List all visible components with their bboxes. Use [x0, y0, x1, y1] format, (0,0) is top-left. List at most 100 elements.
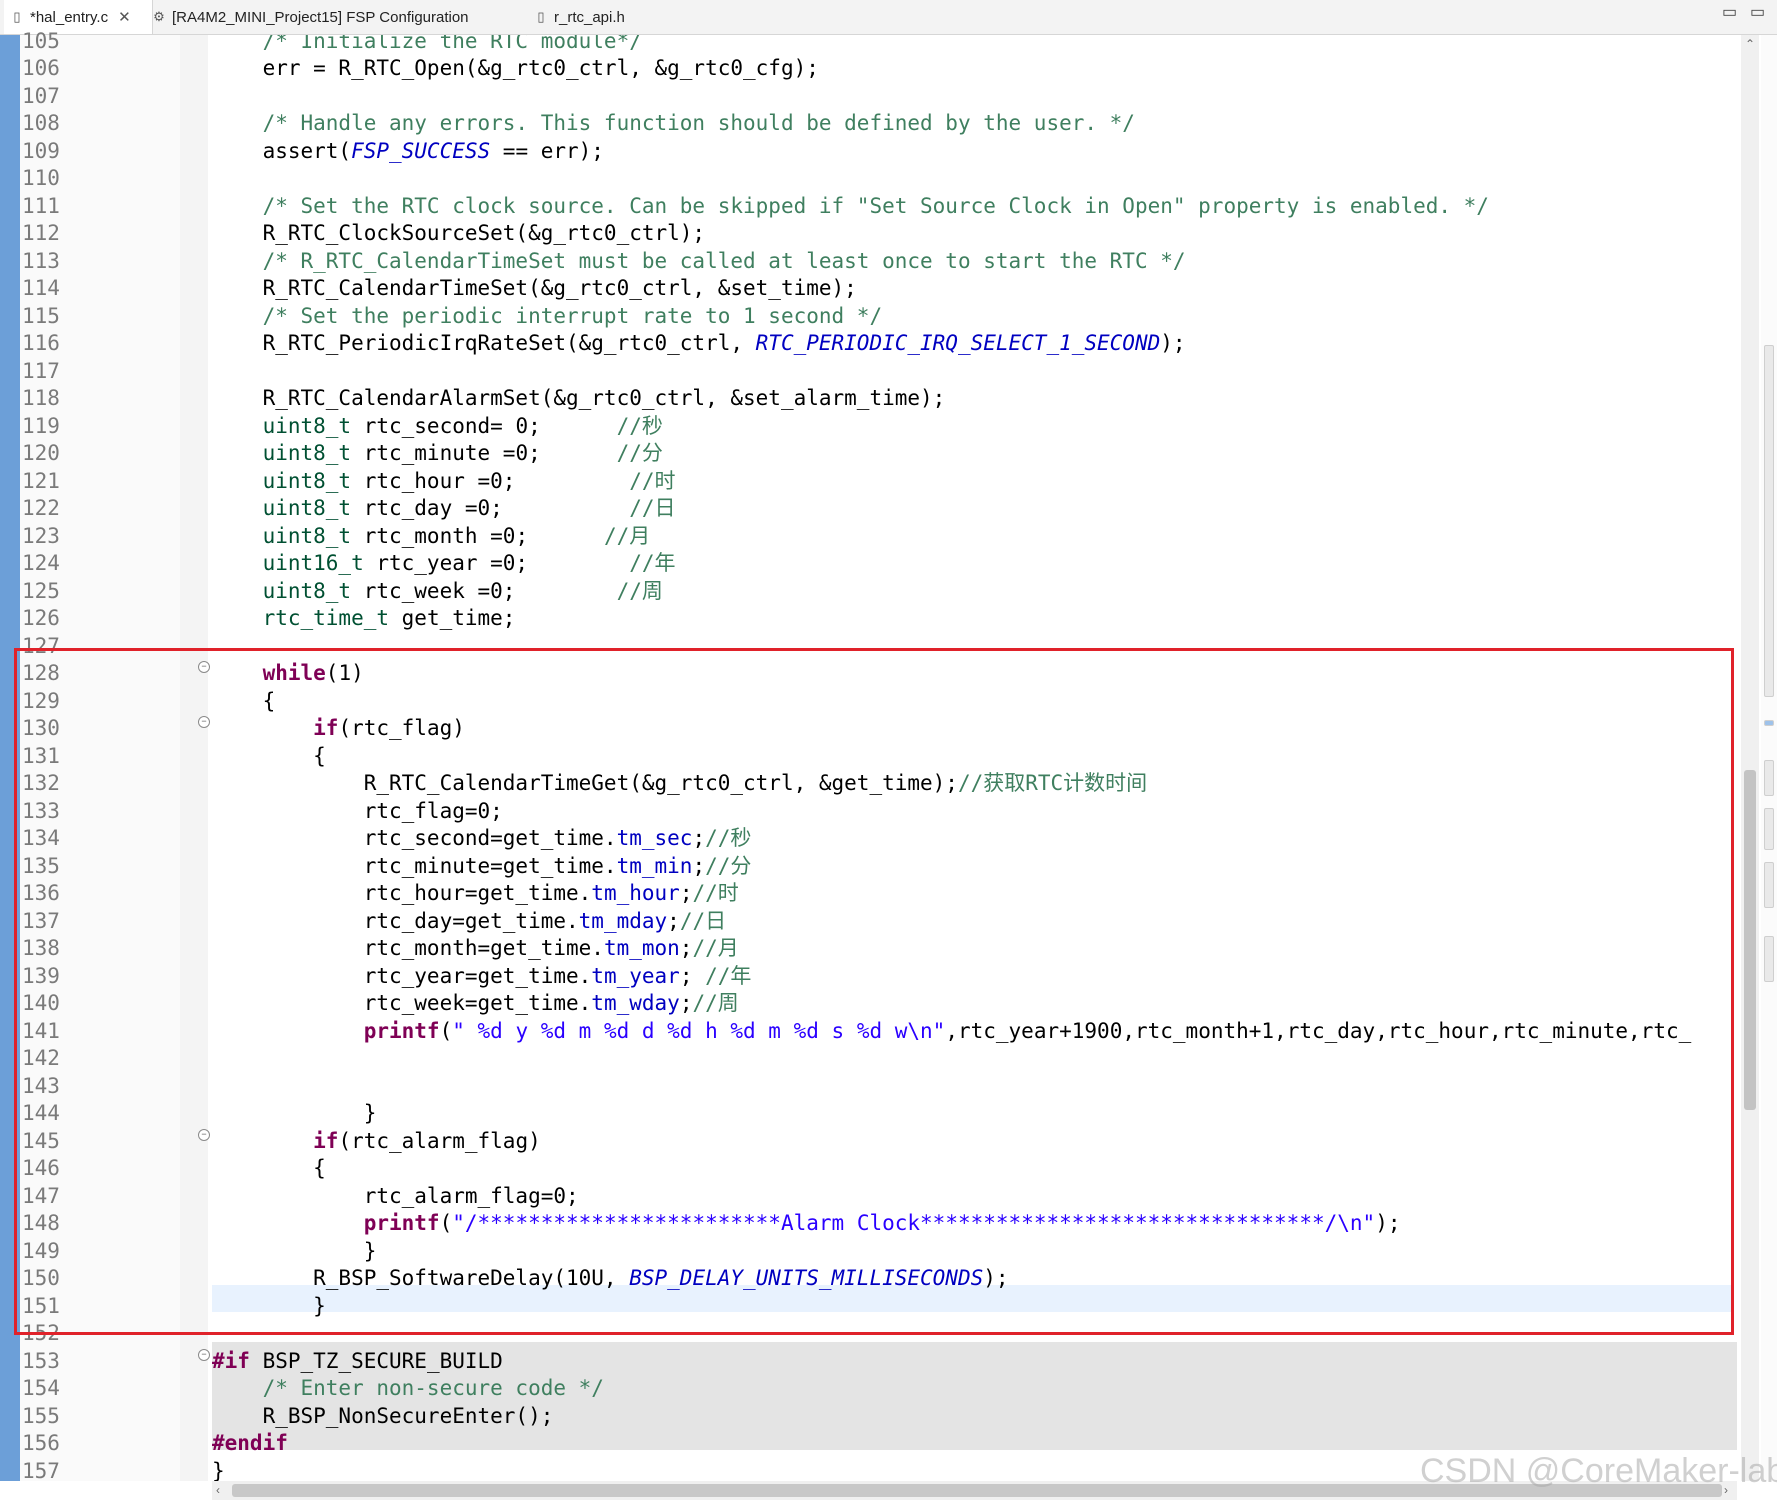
- code-line[interactable]: R_RTC_CalendarAlarmSet(&g_rtc0_ctrl, &se…: [212, 385, 946, 413]
- code-token: uint16_t: [212, 551, 364, 575]
- code-line[interactable]: /* Set the RTC clock source. Can be skip…: [212, 193, 1489, 221]
- line-number: 105: [22, 28, 60, 53]
- code-line[interactable]: /* Handle any errors. This function shou…: [212, 110, 1135, 138]
- code-line[interactable]: /* R_RTC_CalendarTimeSet must be called …: [212, 248, 1186, 276]
- code-token: rtc_time_t: [212, 606, 390, 630]
- code-token: rtc_hour =0;: [351, 468, 630, 493]
- scroll-up-icon[interactable]: ⌃: [1745, 37, 1755, 51]
- code-token: }: [212, 1458, 225, 1482]
- line-number: 110: [22, 166, 60, 190]
- code-token: rtc_second= 0;: [351, 413, 617, 438]
- highlight-box: [14, 648, 1734, 1335]
- vertical-scroll-thumb[interactable]: [1744, 770, 1756, 1110]
- overview-mark[interactable]: [1764, 760, 1774, 796]
- code-token: uint8_t: [212, 496, 352, 520]
- line-number: 112: [22, 221, 60, 245]
- line-number: 125: [22, 578, 60, 603]
- minimize-icon[interactable]: ▭: [1722, 2, 1737, 22]
- close-icon[interactable]: ✕: [118, 8, 131, 26]
- overview-mark[interactable]: [1764, 345, 1774, 697]
- line-number: 121: [22, 468, 60, 493]
- line-number: 109: [22, 138, 60, 163]
- line-number: 107: [22, 83, 60, 108]
- code-token: //年: [629, 551, 676, 575]
- overview-mark[interactable]: [1764, 720, 1774, 726]
- tab-label: *hal_entry.c: [30, 8, 109, 26]
- code-token: /* Enter non-secure code */: [212, 1376, 604, 1400]
- code-line[interactable]: uint8_t rtc_second= 0; //秒: [212, 413, 663, 441]
- code-token: );: [1160, 331, 1186, 355]
- fold-collapse-icon[interactable]: −: [198, 1349, 210, 1361]
- code-line[interactable]: #endif: [212, 1430, 288, 1458]
- code-token: R_RTC_ClockSourceSet(&g_rtc0_ctrl);: [212, 221, 706, 245]
- code-token: #endif: [212, 1431, 288, 1455]
- code-token: /* Handle any errors. This function shou…: [212, 111, 1135, 135]
- code-token: R_RTC_CalendarAlarmSet(&g_rtc0_ctrl, &se…: [212, 386, 946, 410]
- code-token: get_time;: [389, 606, 516, 630]
- code-token: err = R_RTC_Open(&g_rtc0_ctrl, &g_rtc0_c…: [212, 56, 819, 80]
- line-number: 154: [22, 1376, 60, 1400]
- code-line[interactable]: uint16_t rtc_year =0; //年: [212, 550, 676, 578]
- code-token: RTC_PERIODIC_IRQ_SELECT_1_SECOND: [755, 331, 1161, 355]
- scroll-left-icon[interactable]: ‹: [216, 1483, 220, 1497]
- code-line[interactable]: /* Initialize the RTC module*/: [212, 35, 642, 55]
- code-line[interactable]: #if BSP_TZ_SECURE_BUILD: [212, 1348, 503, 1376]
- code-line[interactable]: err = R_RTC_Open(&g_rtc0_ctrl, &g_rtc0_c…: [212, 55, 819, 83]
- code-line[interactable]: uint8_t rtc_day =0; //日: [212, 495, 676, 523]
- code-line[interactable]: uint8_t rtc_month =0; //月: [212, 523, 651, 551]
- gear-icon: ⚙: [153, 9, 165, 24]
- code-token: /* Initialize the RTC module*/: [212, 35, 642, 53]
- code-token: rtc_week =0;: [351, 578, 617, 603]
- line-number: 156: [22, 1431, 60, 1455]
- code-line[interactable]: /* Set the periodic interrupt rate to 1 …: [212, 303, 883, 331]
- line-number: 157: [22, 1458, 60, 1483]
- code-line[interactable]: }: [212, 1458, 225, 1482]
- tab-fsp-configuration[interactable]: ⚙ [RA4M2_MINI_Project15] FSP Configurati…: [152, 0, 468, 34]
- line-number: 124: [22, 551, 60, 575]
- line-number: 111: [22, 193, 60, 218]
- code-token: R_BSP_NonSecureEnter();: [212, 1403, 554, 1428]
- code-line[interactable]: uint8_t rtc_minute =0; //分: [212, 440, 663, 468]
- code-line[interactable]: R_RTC_CalendarTimeSet(&g_rtc0_ctrl, &set…: [212, 275, 857, 303]
- code-token: /* R_RTC_CalendarTimeSet must be called …: [212, 248, 1186, 273]
- code-line[interactable]: R_RTC_ClockSourceSet(&g_rtc0_ctrl);: [212, 220, 706, 248]
- line-number: 118: [22, 386, 60, 410]
- overview-mark[interactable]: [1764, 808, 1774, 850]
- maximize-icon[interactable]: ▭: [1750, 2, 1765, 22]
- c-file-icon: ▯: [13, 9, 21, 24]
- line-number: 114: [22, 276, 60, 300]
- code-line[interactable]: /* Enter non-secure code */: [212, 1375, 604, 1403]
- code-line[interactable]: uint8_t rtc_week =0; //周: [212, 578, 663, 606]
- code-token: rtc_minute =0;: [351, 441, 617, 465]
- overview-mark[interactable]: [1764, 936, 1774, 982]
- code-token: //日: [629, 496, 676, 520]
- code-token: FSP_SUCCESS: [351, 138, 491, 163]
- code-line[interactable]: rtc_time_t get_time;: [212, 605, 516, 633]
- code-token: //周: [616, 578, 663, 603]
- line-number: 116: [22, 331, 60, 355]
- code-token: R_RTC_CalendarTimeSet(&g_rtc0_ctrl, &set…: [212, 276, 857, 300]
- code-line[interactable]: assert(FSP_SUCCESS == err);: [212, 138, 604, 166]
- code-line[interactable]: R_BSP_NonSecureEnter();: [212, 1403, 554, 1431]
- code-line[interactable]: uint8_t rtc_hour =0; //时: [212, 468, 676, 496]
- code-line[interactable]: R_RTC_PeriodicIrqRateSet(&g_rtc0_ctrl, R…: [212, 330, 1186, 358]
- tab-r-rtc-api[interactable]: ▯ r_rtc_api.h: [534, 0, 625, 34]
- line-number: 115: [22, 303, 60, 328]
- code-token: rtc_month =0;: [351, 523, 604, 548]
- watermark: CSDN @CoreMaker-lab: [1420, 1452, 1777, 1490]
- code-token: //时: [629, 468, 676, 493]
- overview-mark[interactable]: [1764, 862, 1774, 908]
- code-token: uint8_t: [212, 441, 352, 465]
- code-token: /* Set the periodic interrupt rate to 1 …: [212, 303, 883, 328]
- h-file-icon: ▯: [537, 9, 545, 24]
- code-token: //秒: [616, 413, 663, 438]
- vertical-scrollbar[interactable]: [1741, 35, 1759, 1481]
- code-token: rtc_year =0;: [363, 551, 630, 575]
- code-token: /* Set the RTC clock source. Can be skip…: [212, 193, 1489, 218]
- line-number: 106: [22, 56, 60, 80]
- code-token: //分: [616, 441, 663, 465]
- tab-label: r_rtc_api.h: [554, 8, 625, 26]
- code-token: uint8_t: [212, 413, 352, 438]
- code-token: //月: [603, 523, 651, 548]
- overview-ruler: [1761, 35, 1777, 1481]
